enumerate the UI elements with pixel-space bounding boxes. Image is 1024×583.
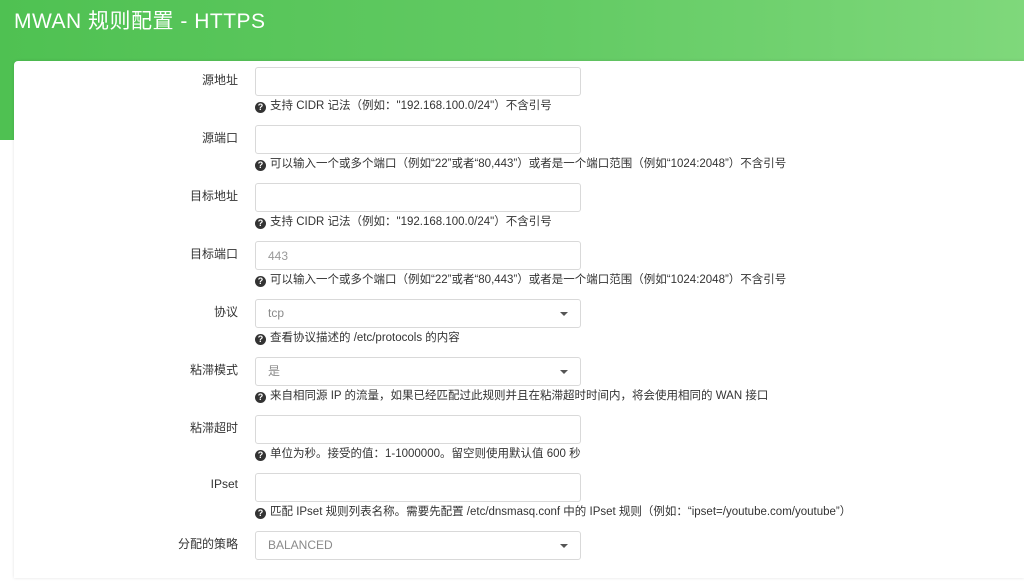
src-ip-label: 源地址 xyxy=(201,73,238,87)
src-ip-help-text: 支持 CIDR 记法（例如："192.168.100.0/24"）不含引号 xyxy=(270,100,552,112)
src-port-label: 源端口 xyxy=(201,131,238,145)
sticky-select[interactable]: 是 xyxy=(255,357,581,386)
src-ip-help: ? 支持 CIDR 记法（例如："192.168.100.0/24"）不含引号 xyxy=(255,99,552,113)
row-dest-port: 目标端口 ? 可以输入一个或多个端口（例如“22”或者“80,443”）或者是一个… xyxy=(14,235,1024,293)
form-card: 源地址 ? 支持 CIDR 记法（例如："192.168.100.0/24"）不含… xyxy=(14,61,1024,578)
caret-down-icon xyxy=(560,370,568,374)
row-proto: 协议 tcp ? 查看协议描述的 /etc/protocols 的内容 xyxy=(14,293,1024,351)
sticky-label: 粘滞模式 xyxy=(189,363,238,377)
src-port-input[interactable] xyxy=(255,125,581,154)
dest-port-input[interactable] xyxy=(255,241,581,270)
src-port-help-text: 可以输入一个或多个端口（例如“22”或者“80,443”）或者是一个端口范围（例… xyxy=(270,158,787,170)
proto-select[interactable]: tcp xyxy=(255,299,581,328)
proto-select-value: tcp xyxy=(268,306,285,320)
timeout-help: ? 单位为秒。接受的值：1-1000000。留空则使用默认值 600 秒 xyxy=(255,447,581,461)
proto-help-text: 查看协议描述的 /etc/protocols 的内容 xyxy=(270,332,460,344)
policy-select[interactable]: BALANCED xyxy=(255,531,581,560)
dest-port-help: ? 可以输入一个或多个端口（例如“22”或者“80,443”）或者是一个端口范围（… xyxy=(255,273,786,287)
question-circle-icon: ? xyxy=(255,450,266,461)
timeout-input[interactable] xyxy=(255,415,581,444)
caret-down-icon xyxy=(560,312,568,316)
dest-ip-label: 目标地址 xyxy=(189,189,238,203)
proto-label: 协议 xyxy=(213,305,238,319)
row-src-port: 源端口 ? 可以输入一个或多个端口（例如“22”或者“80,443”）或者是一个端… xyxy=(14,119,1024,177)
timeout-label: 粘滞超时 xyxy=(189,421,238,435)
question-circle-icon: ? xyxy=(255,392,266,403)
question-circle-icon: ? xyxy=(255,102,266,113)
question-circle-icon: ? xyxy=(255,508,266,519)
timeout-help-text: 单位为秒。接受的值：1-1000000。留空则使用默认值 600 秒 xyxy=(270,448,581,460)
dest-port-label: 目标端口 xyxy=(189,247,238,261)
sticky-help-text: 来自相同源 IP 的流量，如果已经匹配过此规则并且在粘滞超时时间内，将会使用相同… xyxy=(270,390,769,402)
row-policy: 分配的策略 BALANCED xyxy=(14,525,1024,583)
row-timeout: 粘滞超时 ? 单位为秒。接受的值：1-1000000。留空则使用默认值 600 秒 xyxy=(14,409,1024,467)
caret-down-icon xyxy=(560,544,568,548)
sticky-help: ? 来自相同源 IP 的流量，如果已经匹配过此规则并且在粘滞超时时间内，将会使用相… xyxy=(255,389,768,403)
ipset-input[interactable] xyxy=(255,473,581,502)
dest-ip-input[interactable] xyxy=(255,183,581,212)
page-title: MWAN 规则配置 - HTTPS xyxy=(14,10,266,33)
row-ipset: IPset ? 匹配 IPset 规则列表名称。需要先配置 /etc/dnsmas… xyxy=(14,467,1024,525)
src-port-help: ? 可以输入一个或多个端口（例如“22”或者“80,443”）或者是一个端口范围（… xyxy=(255,157,786,171)
dest-ip-help-text: 支持 CIDR 记法（例如："192.168.100.0/24"）不含引号 xyxy=(270,216,552,228)
ipset-help-text: 匹配 IPset 规则列表名称。需要先配置 /etc/dnsmasq.conf … xyxy=(270,506,852,518)
src-ip-input[interactable] xyxy=(255,67,581,96)
row-dest-ip: 目标地址 ? 支持 CIDR 记法（例如："192.168.100.0/24"）不… xyxy=(14,177,1024,235)
ipset-help: ? 匹配 IPset 规则列表名称。需要先配置 /etc/dnsmasq.conf… xyxy=(255,505,851,519)
ipset-label: IPset xyxy=(210,477,238,491)
question-circle-icon: ? xyxy=(255,218,266,229)
row-src-ip: 源地址 ? 支持 CIDR 记法（例如："192.168.100.0/24"）不含… xyxy=(14,61,1024,119)
policy-label: 分配的策略 xyxy=(177,537,238,551)
sticky-select-value: 是 xyxy=(268,364,281,378)
dest-port-help-text: 可以输入一个或多个端口（例如“22”或者“80,443”）或者是一个端口范围（例… xyxy=(270,274,787,286)
dest-ip-help: ? 支持 CIDR 记法（例如："192.168.100.0/24"）不含引号 xyxy=(255,215,552,229)
row-sticky: 粘滞模式 是 ? 来自相同源 IP 的流量，如果已经匹配过此规则并且在粘滞超时时间… xyxy=(14,351,1024,409)
question-circle-icon: ? xyxy=(255,160,266,171)
question-circle-icon: ? xyxy=(255,276,266,287)
proto-help: ? 查看协议描述的 /etc/protocols 的内容 xyxy=(255,331,460,345)
question-circle-icon: ? xyxy=(255,334,266,345)
policy-select-value: BALANCED xyxy=(268,538,333,552)
